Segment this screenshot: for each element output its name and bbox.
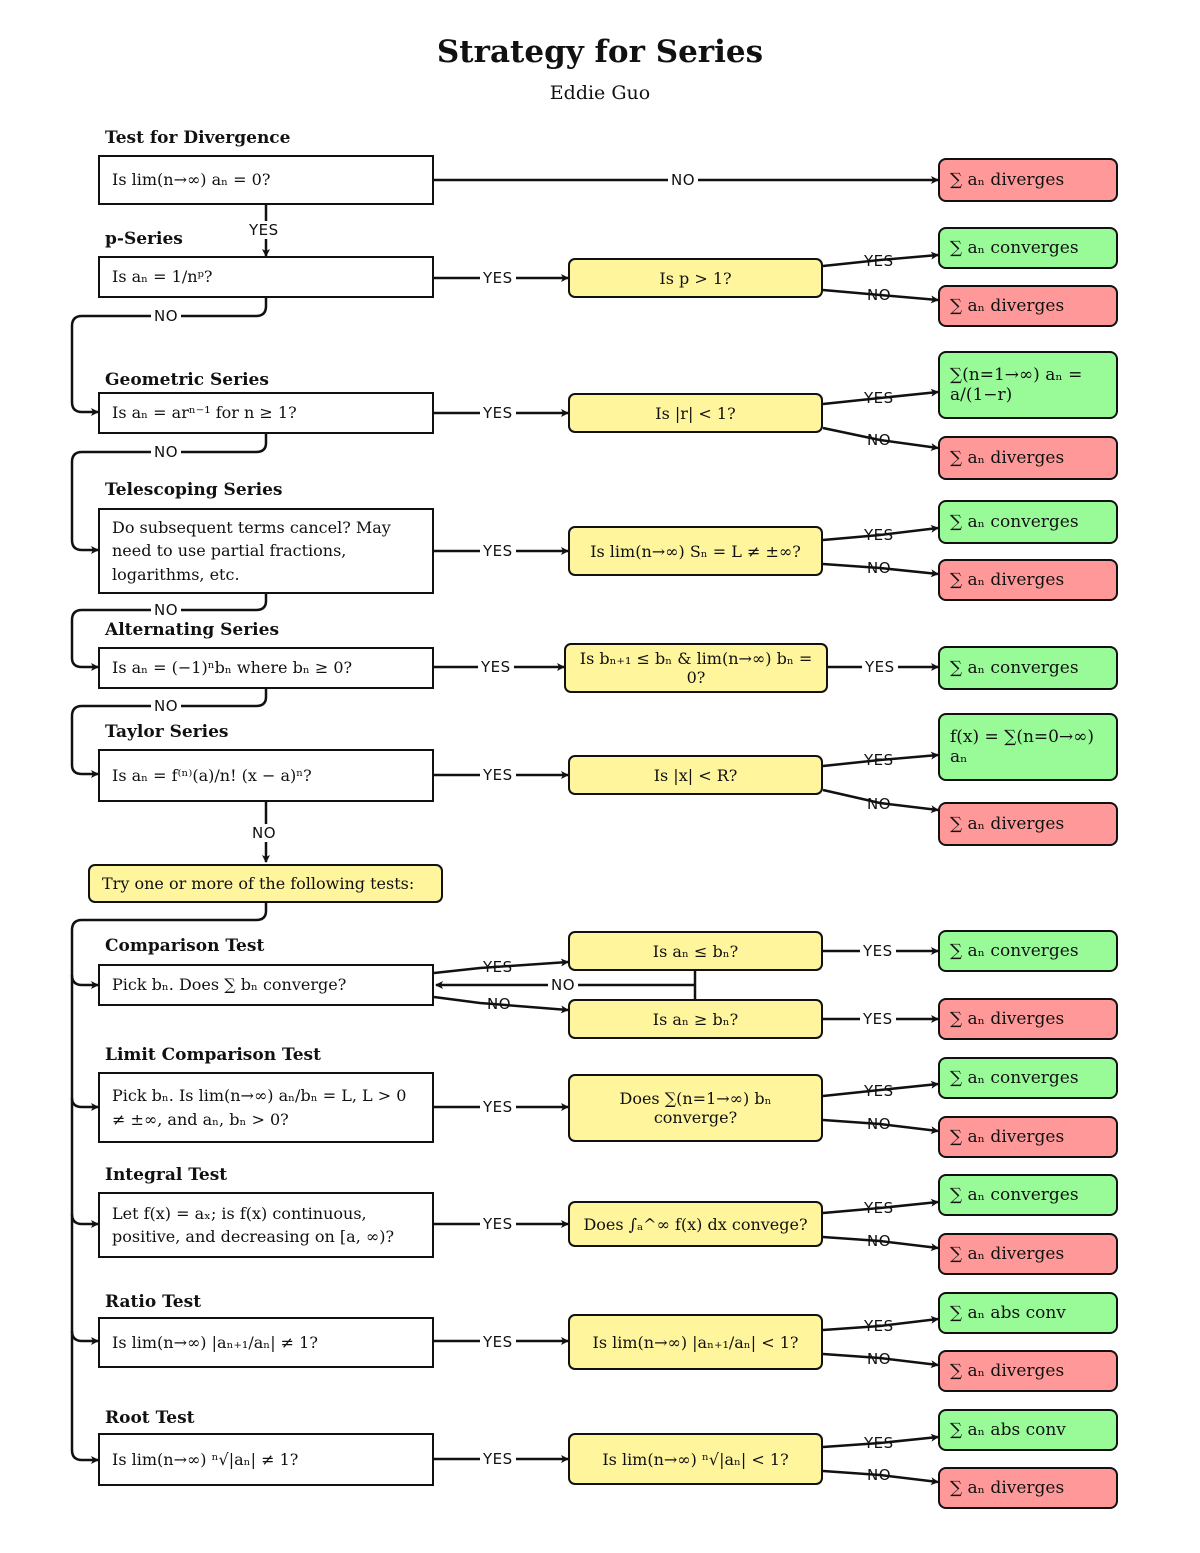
label-no: NO — [487, 995, 512, 1013]
integral-check: Does ∫ₐ^∞ f(x) dx convege? — [568, 1201, 823, 1247]
comparison-check-ge: Is aₙ ≥ bₙ? — [568, 999, 823, 1039]
taylor-result-diverges: ∑ aₙ diverges — [938, 802, 1118, 846]
label-yes: YES — [860, 942, 896, 960]
label-yes: YES — [483, 958, 513, 976]
branch-ratio — [70, 1330, 99, 1345]
section-title-comparison: Comparison Test — [105, 936, 265, 956]
label-yes: YES — [480, 766, 516, 784]
branch-integral — [70, 1213, 99, 1228]
label-yes: YES — [480, 404, 516, 422]
comparison-result-diverges: ∑ aₙ diverges — [938, 998, 1118, 1040]
branch-limit-comparison — [70, 1097, 99, 1111]
comparison-result-converges: ∑ aₙ converges — [938, 930, 1118, 972]
label-no: NO — [867, 1350, 892, 1368]
label-no: NO — [151, 697, 182, 715]
label-yes: YES — [480, 1450, 516, 1468]
section-title-p-series: p-Series — [105, 229, 183, 249]
label-no: NO — [867, 1466, 892, 1484]
alternating-check: Is bₙ₊₁ ≤ bₙ & lim(n→∞) bₙ = 0? — [564, 643, 828, 693]
label-yes: YES — [860, 1010, 896, 1028]
try-more-box: Try one or more of the following tests: — [88, 864, 443, 903]
label-yes: YES — [864, 1434, 894, 1452]
telescoping-result-diverges: ∑ aₙ diverges — [938, 559, 1118, 601]
root-result-diverges: ∑ aₙ diverges — [938, 1467, 1118, 1509]
label-no: NO — [867, 1232, 892, 1250]
label-yes: YES — [864, 389, 894, 407]
label-no: NO — [867, 286, 892, 304]
author: Eddie Guo — [549, 82, 651, 104]
telescoping-result-converges: ∑ aₙ converges — [938, 500, 1118, 544]
taylor-check: Is |x| < R? — [568, 755, 823, 795]
section-title-taylor: Taylor Series — [105, 722, 229, 742]
divergence-question: Is lim(n→∞) aₙ = 0? — [98, 155, 434, 205]
label-yes: YES — [246, 221, 282, 239]
taylor-question: Is aₙ = f⁽ⁿ⁾(a)/n! (x − a)ⁿ? — [98, 749, 434, 802]
label-yes: YES — [478, 658, 514, 676]
section-title-divergence: Test for Divergence — [105, 128, 291, 148]
label-yes: YES — [480, 542, 516, 560]
section-title-limit-comparison: Limit Comparison Test — [105, 1045, 321, 1065]
telescoping-question: Do subsequent terms cancel? May need to … — [98, 508, 434, 594]
section-title-ratio: Ratio Test — [105, 1292, 202, 1312]
label-no: NO — [867, 431, 892, 449]
section-title-geometric: Geometric Series — [105, 370, 269, 390]
p-series-result-converges: ∑ aₙ converges — [938, 227, 1118, 269]
label-yes: YES — [862, 658, 898, 676]
alternating-result-converges: ∑ aₙ converges — [938, 646, 1118, 690]
root-result-abs-conv: ∑ aₙ abs conv — [938, 1409, 1118, 1451]
ratio-result-diverges: ∑ aₙ diverges — [938, 1350, 1118, 1392]
label-yes: YES — [480, 1098, 516, 1116]
label-yes: YES — [480, 269, 516, 287]
label-yes: YES — [864, 751, 894, 769]
label-no: NO — [548, 976, 579, 994]
ratio-check: Is lim(n→∞) |aₙ₊₁/aₙ| < 1? — [568, 1314, 823, 1370]
comparison-check-le: Is aₙ ≤ bₙ? — [568, 931, 823, 971]
p-series-question: Is aₙ = 1/nᵖ? — [98, 256, 434, 298]
limit-comparison-check: Does ∑(n=1→∞) bₙ converge? — [568, 1074, 823, 1142]
section-title-integral: Integral Test — [105, 1165, 228, 1185]
label-no: NO — [867, 795, 892, 813]
taylor-result-series: f(x) = ∑(n=0→∞) aₙ — [938, 713, 1118, 781]
label-no: NO — [249, 824, 280, 842]
comparison-question: Pick bₙ. Does ∑ bₙ converge? — [98, 964, 434, 1006]
root-question: Is lim(n→∞) ⁿ√|aₙ| ≠ 1? — [98, 1433, 434, 1486]
label-yes: YES — [480, 1215, 516, 1233]
limit-comparison-question: Pick bₙ. Is lim(n→∞) aₙ/bₙ = L, L > 0 ≠ … — [98, 1072, 434, 1143]
integral-result-diverges: ∑ aₙ diverges — [938, 1233, 1118, 1275]
geometric-check: Is |r| < 1? — [568, 393, 823, 433]
label-no: NO — [668, 171, 699, 189]
label-no: NO — [151, 307, 182, 325]
page-title: Strategy for Series — [436, 34, 764, 70]
label-no: NO — [151, 443, 182, 461]
label-yes: YES — [864, 1317, 894, 1335]
root-check: Is lim(n→∞) ⁿ√|aₙ| < 1? — [568, 1433, 823, 1485]
section-title-telescoping: Telescoping Series — [105, 480, 283, 500]
label-yes: YES — [864, 526, 894, 544]
integral-question: Let f(x) = aₓ; is f(x) continuous, posit… — [98, 1192, 434, 1258]
label-yes: YES — [480, 1333, 516, 1351]
p-series-check: Is p > 1? — [568, 258, 823, 298]
label-yes: YES — [864, 1082, 894, 1100]
label-no: NO — [867, 559, 892, 577]
section-title-root: Root Test — [105, 1408, 195, 1428]
label-yes: YES — [864, 252, 894, 270]
limit-comparison-result-diverges: ∑ aₙ diverges — [938, 1116, 1118, 1158]
limit-comparison-result-converges: ∑ aₙ converges — [938, 1057, 1118, 1099]
ratio-result-abs-conv: ∑ aₙ abs conv — [938, 1292, 1118, 1334]
geometric-result-diverges: ∑ aₙ diverges — [938, 436, 1118, 480]
ratio-question: Is lim(n→∞) |aₙ₊₁/aₙ| ≠ 1? — [98, 1317, 434, 1368]
geometric-question: Is aₙ = arⁿ⁻¹ for n ≥ 1? — [98, 392, 434, 434]
telescoping-check: Is lim(n→∞) Sₙ = L ≠ ±∞? — [568, 526, 823, 576]
alternating-question: Is aₙ = (−1)ⁿbₙ where bₙ ≥ 0? — [98, 647, 434, 689]
divergence-result-diverges: ∑ aₙ diverges — [938, 158, 1118, 202]
label-no: NO — [867, 1115, 892, 1133]
label-no: NO — [151, 601, 182, 619]
label-yes: YES — [864, 1199, 894, 1217]
branch-comparison — [70, 974, 99, 989]
geometric-result-sum: ∑(n=1→∞) aₙ = a/(1−r) — [938, 351, 1118, 419]
section-title-alternating: Alternating Series — [105, 620, 280, 640]
integral-result-converges: ∑ aₙ converges — [938, 1174, 1118, 1216]
p-series-result-diverges: ∑ aₙ diverges — [938, 285, 1118, 327]
